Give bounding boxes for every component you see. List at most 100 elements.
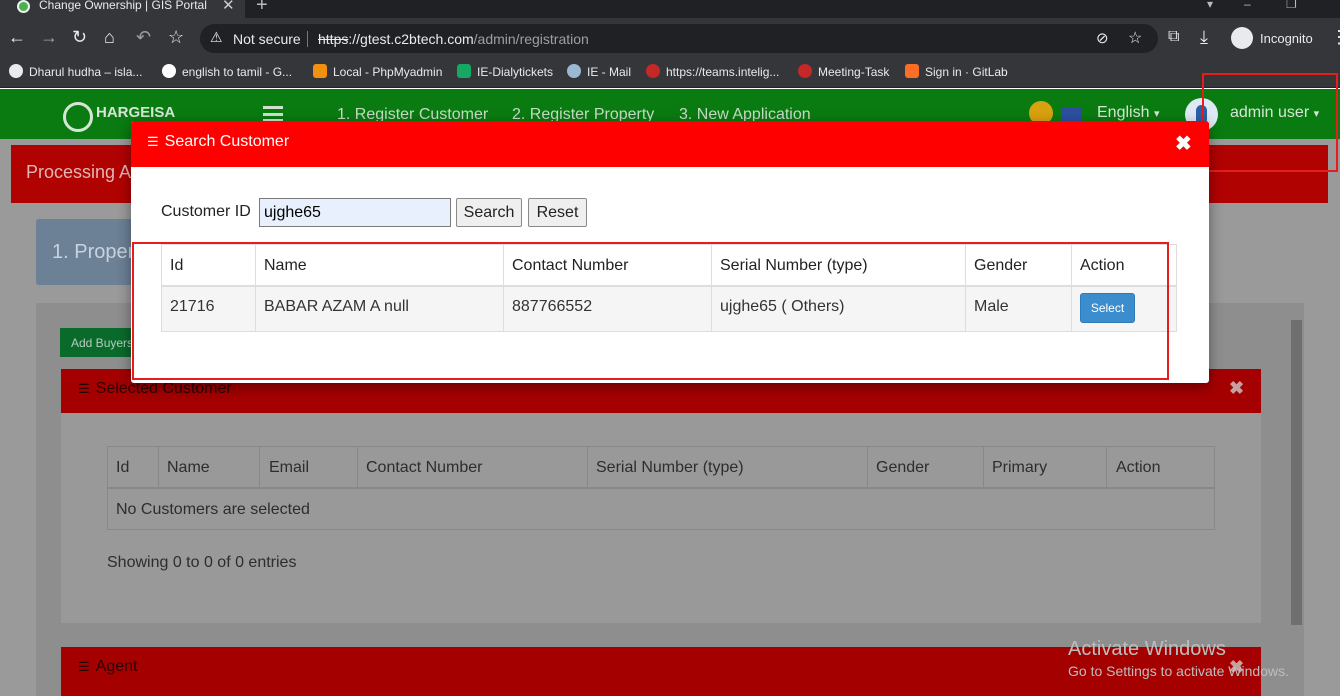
crop-icon[interactable]: ⧉ [1168, 27, 1179, 47]
add-buyers-button[interactable]: Add Buyers [60, 328, 140, 357]
home-icon[interactable]: ⌂ [104, 27, 115, 47]
bookmark-label: Meeting-Task [818, 65, 890, 79]
modal-title-text: Search Customer [164, 133, 290, 150]
bookmark-label: Dharul hudha – isla... [29, 65, 143, 79]
language-dropdown[interactable]: English ▾ [1097, 104, 1159, 122]
warning-icon: ⚠ [210, 29, 223, 45]
incognito-label: Incognito [1260, 31, 1313, 46]
divider [107, 487, 1215, 489]
column-header[interactable]: Gender [876, 459, 929, 477]
tab-strip: Change Ownership | GIS Portal ✕ + ▾ – ❐ [0, 0, 1340, 18]
agent-title-text: Agent [95, 658, 138, 675]
customer-id-input[interactable] [259, 198, 451, 227]
divider [1106, 446, 1107, 488]
bookmark-item[interactable]: IE - Mail [567, 64, 631, 79]
bookmark-label: Sign in · GitLab [925, 65, 1008, 79]
tab-title: Change Ownership | GIS Portal [39, 0, 207, 12]
modal-header [131, 121, 1209, 167]
reset-button[interactable]: Reset [528, 198, 587, 227]
scrollbar-thumb[interactable] [1291, 320, 1302, 625]
customer-id-label: Customer ID [161, 203, 251, 220]
bookmark-label: IE-Dialytickets [477, 65, 554, 79]
logo-icon[interactable] [63, 102, 93, 132]
column-header[interactable]: Action [1116, 459, 1160, 477]
gitlab-icon [905, 64, 919, 78]
url-path: /admin/registration [473, 31, 589, 47]
meeting-icon [798, 64, 812, 78]
url-text[interactable]: https://gtest.c2btech.com/admin/registra… [318, 31, 589, 47]
divider [587, 446, 588, 488]
download-icon[interactable]: ⤓ [1200, 27, 1208, 47]
maximize-icon[interactable]: ❐ [1286, 0, 1297, 11]
logo-text[interactable]: HARGEISA [96, 104, 175, 121]
bookmark-item[interactable]: Meeting-Task [798, 64, 889, 79]
minimize-icon[interactable]: – [1244, 0, 1251, 11]
address-bar[interactable]: ⚠ Not secure https://gtest.c2btech.com/a… [200, 24, 1158, 53]
bookmark-item[interactable]: Local - PhpMyadmin [313, 64, 442, 79]
eye-off-icon[interactable]: ⊘ [1096, 29, 1109, 47]
star-icon[interactable]: ☆ [1128, 28, 1142, 48]
caret-down-icon: ▾ [1153, 108, 1160, 120]
column-header[interactable]: Id [116, 459, 129, 477]
new-tab-icon[interactable]: + [256, 0, 268, 17]
tab-close-icon[interactable]: ✕ [222, 0, 235, 14]
browser-tab[interactable]: Change Ownership | GIS Portal ✕ [0, 0, 245, 18]
column-header[interactable]: Contact Number [366, 459, 483, 477]
site-favicon-icon [17, 0, 30, 13]
url-scheme: https [318, 31, 349, 47]
list-icon: ☰ [147, 134, 159, 149]
bookmarks-bar: Dharul hudha – isla... english to tamil … [0, 58, 1340, 88]
column-header[interactable]: Primary [992, 459, 1047, 477]
tab-search-icon[interactable]: ▾ [1207, 0, 1213, 11]
wordpress-icon [9, 64, 23, 78]
menu-dots-icon[interactable]: ⋮ [1330, 27, 1340, 47]
empty-table-message: No Customers are selected [116, 501, 310, 518]
column-header[interactable]: Email [269, 459, 309, 477]
column-header[interactable]: Serial Number (type) [596, 459, 744, 477]
incognito-icon [1231, 27, 1253, 49]
bookmark-item[interactable]: Sign in · GitLab [905, 64, 1008, 79]
reload-icon[interactable]: ↻ [72, 27, 87, 47]
search-button[interactable]: Search [456, 198, 522, 227]
mail-icon [567, 64, 581, 78]
bookmark-item[interactable]: english to tamil - G... [162, 64, 292, 79]
bookmark-item[interactable]: Dharul hudha – isla... [9, 64, 142, 79]
security-label: Not secure [233, 31, 301, 47]
modal-title: ☰ Search Customer [147, 133, 289, 151]
bookmark-label: https://teams.intelig... [666, 65, 780, 79]
hamburger-menu-icon[interactable] [263, 106, 283, 122]
divider [307, 31, 308, 47]
selected-customer-close-icon[interactable]: ✖ [1229, 378, 1244, 399]
bookmark-item[interactable]: https://teams.intelig... [646, 64, 779, 79]
property-step-label: 1. Proper [52, 241, 135, 263]
sheets-icon [457, 64, 471, 78]
phpmyadmin-icon [313, 64, 327, 78]
back-icon[interactable]: ← [8, 27, 26, 47]
forward-icon[interactable]: → [40, 27, 58, 47]
browser-toolbar: ← → ↻ ⌂ ↶ ☆ ⚠ Not secure https://gtest.c… [0, 18, 1340, 58]
divider [983, 446, 984, 488]
divider [158, 446, 159, 488]
list-icon: ☰ [78, 659, 90, 674]
language-label: English [1097, 104, 1150, 121]
bookmark-label: Local - PhpMyadmin [333, 65, 443, 79]
divider [357, 446, 358, 488]
uk-flag-icon[interactable] [1062, 107, 1082, 121]
agent-title: ☰ Agent [78, 658, 137, 676]
highlight-frame [1202, 73, 1338, 172]
undo-icon[interactable]: ↶ [136, 27, 151, 47]
bookmark-item[interactable]: IE-Dialytickets [457, 64, 553, 79]
divider [867, 446, 868, 488]
column-header[interactable]: Name [167, 459, 210, 477]
highlight-frame [132, 242, 1169, 380]
activate-windows-title: Activate Windows [1068, 638, 1226, 660]
processing-title: Processing A [26, 162, 132, 182]
list-icon: ☰ [78, 381, 90, 396]
table-info: Showing 0 to 0 of 0 entries [107, 554, 297, 571]
url-host: ://gtest.c2btech.com [348, 31, 474, 47]
divider [259, 446, 260, 488]
google-icon [162, 64, 176, 78]
bookmark-label: IE - Mail [587, 65, 632, 79]
bookmark-star-icon[interactable]: ☆ [168, 27, 184, 47]
modal-close-icon[interactable]: ✖ [1175, 131, 1192, 156]
